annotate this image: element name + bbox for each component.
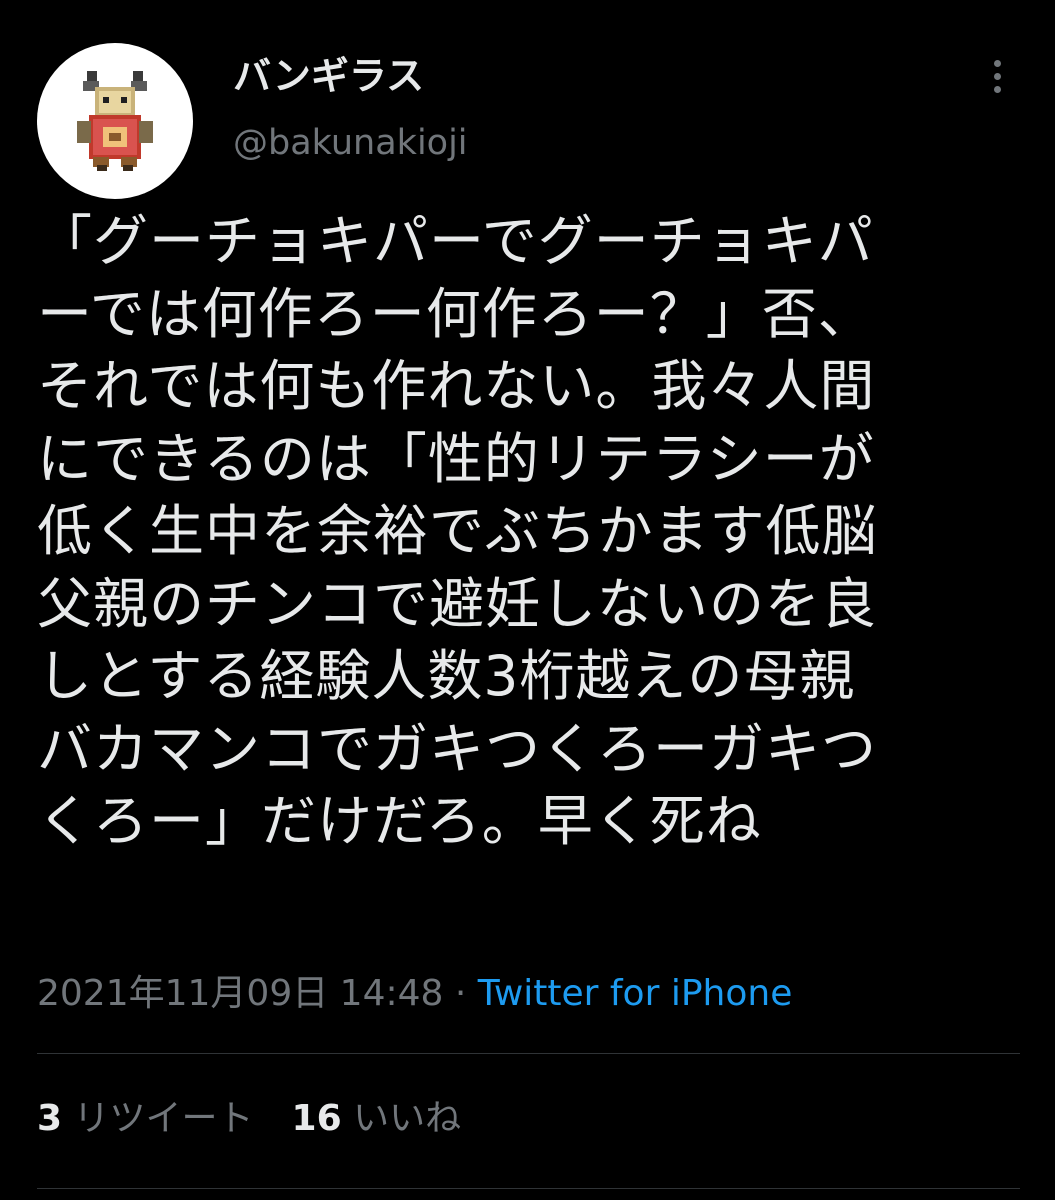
tweet-text-line: それでは何も作れない。我々人間 (37, 354, 876, 418)
tweet-text-line: バカマンコでガキつくろーガキつ (37, 716, 878, 781)
more-vertical-icon-dot (994, 73, 1001, 80)
avatar[interactable] (37, 43, 193, 199)
more-vertical-icon-dot (994, 86, 1001, 93)
retweets-count: 3 (37, 1098, 63, 1139)
retweets-label: リツイート (73, 1098, 254, 1139)
divider (37, 1188, 1020, 1189)
pokemon-sprite-avatar-icon (77, 71, 153, 171)
tweet-text-line: 父親のチンコで避妊しないのを良 (37, 571, 878, 636)
tweet-text-line: くろー」だけだろ。早く死ね (37, 789, 762, 853)
tweet-text-line: にできるのは「性的リテラシーが (37, 426, 875, 491)
tweet-detail: バンギラス @bakunakioji 「グーチョキパーでグーチョキパ ーでは何作… (0, 0, 1055, 1200)
likes-stat[interactable]: 16 いいね (292, 1098, 462, 1139)
retweets-stat[interactable]: 3 リツイート (37, 1098, 254, 1139)
likes-label: いいね (353, 1098, 462, 1139)
tweet-text: 「グーチョキパーでグーチョキパ ーでは何作ろー何作ろー？」否、 それでは何も作れ… (37, 205, 1022, 858)
tweet-stats: 3 リツイート 16 いいね (37, 1095, 461, 1143)
tweet-text-line: しとする経験人数3桁越えの母親 (37, 644, 856, 708)
tweet-text-line: 「グーチョキパーでグーチョキパ (37, 209, 874, 273)
more-options-button[interactable] (978, 54, 1018, 98)
tweet-timestamp[interactable]: 2021年11月09日 14:48 (37, 973, 443, 1014)
tweet-text-line: 低く生中を余裕でぶちかます低脳 (37, 499, 878, 563)
tweet-meta: 2021年11月09日 14:48 · Twitter for iPhone (37, 970, 792, 1018)
tweet-source-link[interactable]: Twitter for iPhone (478, 973, 793, 1014)
divider (37, 1053, 1020, 1054)
meta-separator: · (443, 973, 478, 1014)
more-vertical-icon (994, 60, 1001, 67)
author-display-name[interactable]: バンギラス (233, 52, 424, 100)
author-handle[interactable]: @bakunakioji (233, 120, 468, 166)
likes-count: 16 (291, 1098, 342, 1139)
tweet-text-line: ーでは何作ろー何作ろー？」否、 (37, 281, 874, 346)
